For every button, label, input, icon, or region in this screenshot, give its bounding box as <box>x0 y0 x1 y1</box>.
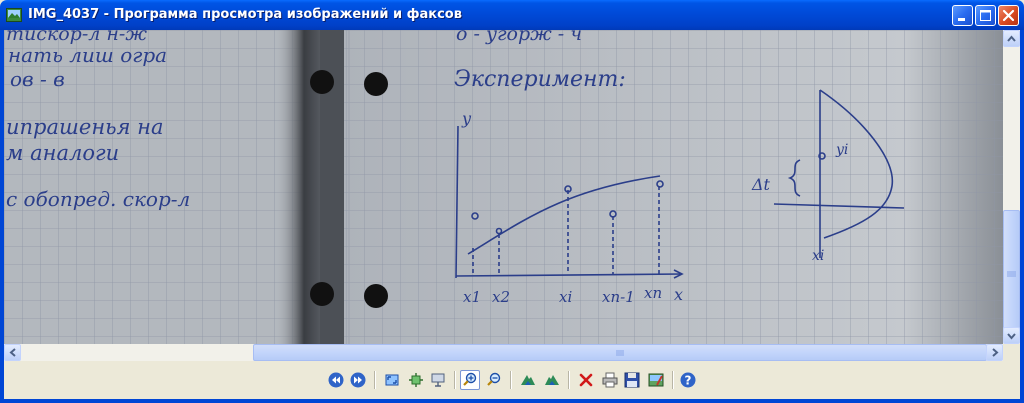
open-for-editing-icon <box>648 373 664 387</box>
previous-image-icon <box>328 372 344 388</box>
handwriting-left-5: м аналоги <box>6 141 119 165</box>
viewer-toolbar: ? <box>4 361 1020 399</box>
maximize-button[interactable] <box>975 5 996 26</box>
zoom-in-button[interactable] <box>460 370 480 390</box>
graph-x2-label: x2 <box>492 288 510 306</box>
graph-axis-y-label: y <box>461 109 472 128</box>
ring-hole <box>310 70 334 94</box>
minimize-icon <box>958 18 965 21</box>
rotate-clockwise-icon <box>521 375 535 385</box>
handwriting-left-2: нать лиш огра <box>8 43 167 67</box>
graph-xn-label: xn <box>644 284 662 302</box>
horizontal-scrollbar[interactable] <box>4 344 1020 361</box>
slideshow-icon <box>431 373 445 387</box>
best-fit-button[interactable] <box>382 370 402 390</box>
ring-hole <box>364 72 388 96</box>
zoom-out-button[interactable] <box>484 370 504 390</box>
graph-yi-label: yi <box>835 142 848 158</box>
window-frame-right <box>1020 30 1024 403</box>
toolbar-separator <box>454 371 456 389</box>
rotate-counterclockwise-button[interactable] <box>542 370 562 390</box>
scroll-up-button[interactable] <box>1003 30 1020 47</box>
actual-size-button[interactable] <box>406 370 426 390</box>
svg-text:?: ? <box>685 374 692 388</box>
rotate-counterclockwise-icon <box>545 375 559 385</box>
scroll-right-button[interactable] <box>986 344 1003 361</box>
handwriting-left-4: ипрашенья на <box>6 115 164 139</box>
minimize-button[interactable] <box>952 5 973 26</box>
scrollbar-corner <box>1003 344 1020 361</box>
window-frame-bottom <box>0 399 1024 403</box>
maximize-icon <box>980 10 991 21</box>
help-icon: ? <box>680 372 696 388</box>
rotate-clockwise-button[interactable] <box>518 370 538 390</box>
close-button[interactable] <box>998 5 1019 26</box>
zoom-in-icon <box>463 372 477 386</box>
save-button[interactable] <box>622 370 642 390</box>
grip-icon <box>616 350 624 356</box>
graph-xn1-label: xn-1 <box>602 288 635 306</box>
handwriting-left-6: с обопред. скор-л <box>6 187 190 211</box>
next-image-icon <box>350 372 366 388</box>
chevron-left-icon <box>9 348 16 357</box>
toolbar-separator <box>510 371 512 389</box>
actual-size-icon <box>409 373 423 387</box>
open-for-editing-button[interactable] <box>646 370 666 390</box>
graph-x1-label: x1 <box>463 288 481 306</box>
ring-hole <box>364 284 388 308</box>
scroll-left-button[interactable] <box>4 344 21 361</box>
chevron-down-icon <box>1007 333 1016 340</box>
image-viewer-window: IMG_4037 - Программа просмотра изображен… <box>0 0 1024 403</box>
toolbar-separator <box>672 371 674 389</box>
print-icon <box>602 372 618 388</box>
scroll-down-button[interactable] <box>1003 327 1020 344</box>
close-icon <box>1002 9 1015 22</box>
grip-icon <box>1007 271 1016 277</box>
zoom-out-icon <box>487 372 501 386</box>
previous-image-button[interactable] <box>326 370 346 390</box>
notebook-photo: тискор-л н-ж нать лиш огра ов - в ипраше… <box>4 30 1003 344</box>
title-bar[interactable]: IMG_4037 - Программа просмотра изображен… <box>0 0 1024 30</box>
best-fit-icon <box>385 374 399 386</box>
help-button[interactable]: ? <box>678 370 698 390</box>
window-title: IMG_4037 - Программа просмотра изображен… <box>28 7 462 22</box>
next-image-button[interactable] <box>348 370 368 390</box>
image-viewport[interactable]: тискор-л н-ж нать лиш огра ов - в ипраше… <box>4 30 1003 344</box>
chevron-right-icon <box>992 348 999 357</box>
vertical-scrollbar[interactable] <box>1003 30 1020 344</box>
graph-axis-x-label: x <box>674 285 683 304</box>
chevron-up-icon <box>1007 35 1016 42</box>
slideshow-button[interactable] <box>428 370 448 390</box>
toolbar-separator <box>374 371 376 389</box>
graph-delta-t-label: Δt <box>751 175 771 194</box>
handwriting-heading: Эксперимент: <box>454 67 626 92</box>
print-button[interactable] <box>600 370 620 390</box>
delete-button[interactable] <box>576 370 596 390</box>
horizontal-scroll-thumb[interactable] <box>253 344 987 361</box>
image-viewer-icon[interactable] <box>6 7 22 22</box>
vertical-scroll-thumb[interactable] <box>1003 210 1020 340</box>
delete-icon <box>579 373 593 387</box>
toolbar-separator <box>568 371 570 389</box>
graph-xi-label: xi <box>559 288 572 306</box>
handwriting-left-3: ов - в <box>10 67 65 91</box>
ring-hole <box>310 282 334 306</box>
save-icon <box>624 372 640 388</box>
graph-xi-right-label: xi <box>812 248 824 264</box>
handwriting-right-top: о - угорж - ч <box>456 30 582 45</box>
